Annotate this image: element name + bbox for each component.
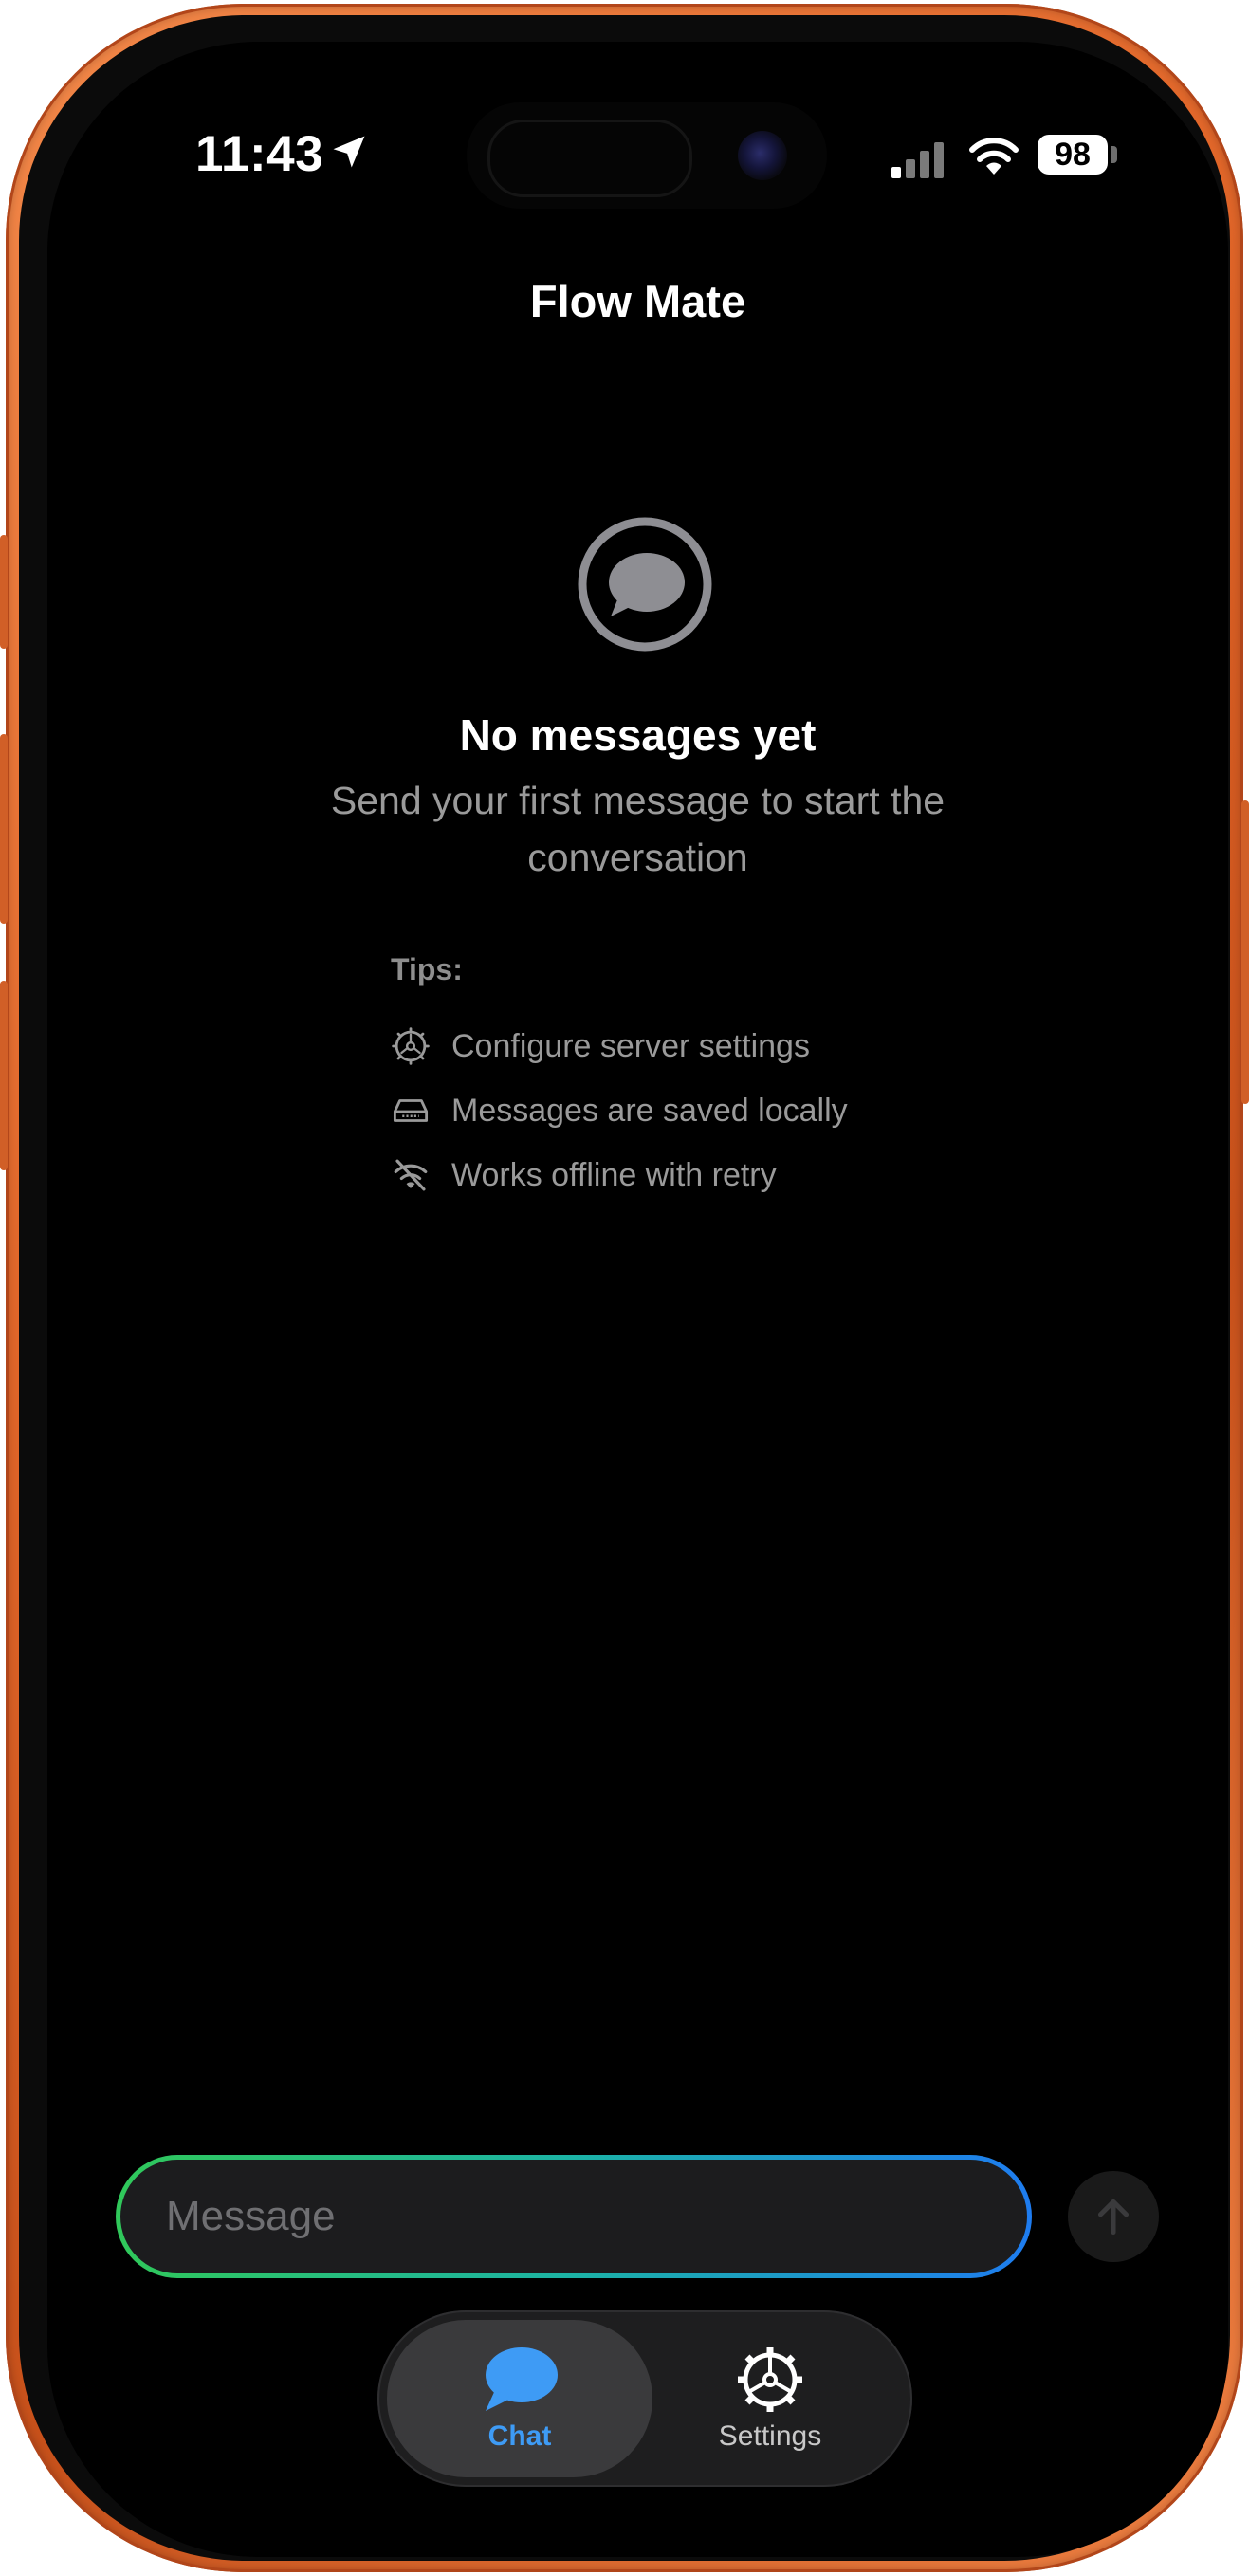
tips-label: Tips:	[391, 952, 463, 986]
tab-label: Chat	[487, 2420, 552, 2452]
tip-item: Works offline with retry	[391, 1151, 777, 1199]
location-arrow-icon	[333, 136, 365, 168]
voice-waveform-icon[interactable]	[941, 2189, 992, 2244]
chat-bubble-icon	[578, 517, 712, 652]
empty-state-title: No messages yet	[459, 710, 817, 760]
device-frame: 11:43 98 Flow Mate No messages yet Send …	[0, 4, 1249, 2572]
device-bezel: 11:43 98 Flow Mate No messages yet Send …	[19, 15, 1230, 2561]
cellular-signal-icon	[891, 142, 944, 178]
empty-state-subtitle: Send your first message to start the con…	[47, 772, 1228, 886]
tip-text: Configure server settings	[451, 1027, 810, 1064]
chat-bubble-icon	[486, 2347, 558, 2411]
tip-item: Messages are saved locally	[391, 1087, 848, 1134]
empty-state-subtitle-line1: Send your first message to start the	[330, 779, 946, 822]
wifi-icon	[969, 138, 1019, 175]
power-button	[1241, 800, 1249, 1104]
wifi-off-icon	[394, 1159, 428, 1191]
storage-drive-icon	[393, 1099, 429, 1122]
tab-label: Settings	[718, 2420, 822, 2452]
camera-icon	[738, 131, 787, 180]
island-sensor	[487, 120, 692, 197]
volume-down-button	[0, 981, 8, 1170]
arrow-up-icon	[1097, 2199, 1130, 2236]
send-button[interactable]	[1068, 2171, 1159, 2262]
action-button	[0, 535, 8, 649]
volume-up-button	[0, 734, 8, 924]
message-input[interactable]	[120, 2160, 1027, 2273]
gear-icon	[392, 1027, 430, 1065]
battery-icon: 98	[1038, 135, 1108, 175]
empty-state-subtitle-line2: conversation	[527, 836, 748, 879]
screen: 11:43 98 Flow Mate No messages yet Send …	[47, 42, 1228, 2557]
page-title: Flow Mate	[529, 276, 746, 326]
dynamic-island	[467, 102, 827, 209]
battery-tip	[1111, 146, 1117, 163]
tip-text: Works offline with retry	[451, 1156, 777, 1193]
message-composer	[116, 2155, 1032, 2278]
tab-bar: Chat Settings	[377, 2310, 912, 2487]
status-time: 11:43	[195, 126, 324, 182]
tip-text: Messages are saved locally	[451, 1092, 848, 1129]
tab-chat[interactable]: Chat	[387, 2320, 652, 2477]
gear-icon	[738, 2347, 802, 2412]
tip-item: Configure server settings	[391, 1022, 810, 1070]
tab-settings[interactable]: Settings	[637, 2320, 903, 2477]
